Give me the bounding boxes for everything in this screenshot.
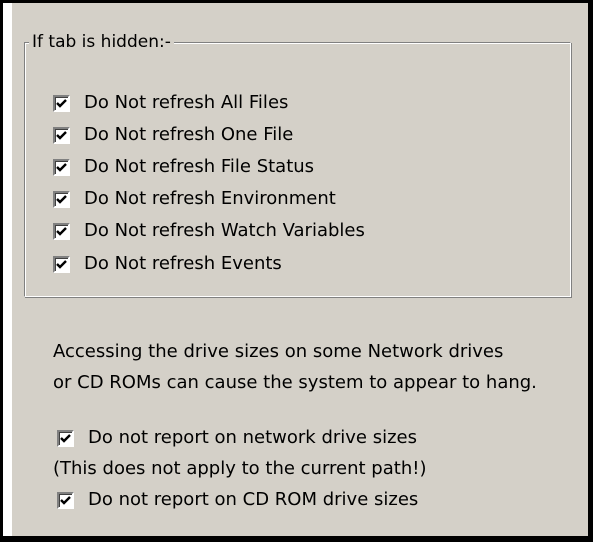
checkbox-refresh-one-file[interactable]: Do Not refresh One File xyxy=(53,123,293,147)
checkbox-box[interactable] xyxy=(53,126,70,144)
checkbox-label: Do Not refresh One File xyxy=(84,124,294,145)
checkbox-label: Do not report on CD ROM drive sizes xyxy=(88,489,419,510)
check-icon xyxy=(60,433,71,443)
warning-text-line2: or CD ROMs can cause the system to appea… xyxy=(53,372,537,393)
checkbox-refresh-file-status[interactable]: Do Not refresh File Status xyxy=(53,155,314,179)
checkbox-network-drive-sizes[interactable]: Do not report on network drive sizes xyxy=(57,426,417,450)
checkbox-box[interactable] xyxy=(53,94,70,112)
check-icon xyxy=(56,130,67,140)
checkbox-label: Do Not refresh Watch Variables xyxy=(84,220,365,241)
checkbox-box[interactable] xyxy=(53,255,70,273)
checkbox-label: Do Not refresh Environment xyxy=(84,188,336,209)
checkbox-refresh-environment[interactable]: Do Not refresh Environment xyxy=(53,187,336,211)
network-note: (This does not apply to the current path… xyxy=(53,458,427,479)
checkbox-box[interactable] xyxy=(53,158,70,176)
check-icon xyxy=(60,495,71,505)
checkbox-label: Do not report on network drive sizes xyxy=(88,427,418,448)
checkbox-box[interactable] xyxy=(57,491,74,509)
window-left-highlight xyxy=(3,3,12,542)
window-right-edge xyxy=(588,0,593,542)
checkbox-label: Do Not refresh Events xyxy=(84,253,282,274)
check-icon xyxy=(56,194,67,204)
checkbox-box[interactable] xyxy=(53,222,70,240)
checkbox-refresh-watch-variables[interactable]: Do Not refresh Watch Variables xyxy=(53,219,365,243)
check-icon xyxy=(56,259,67,269)
checkbox-box[interactable] xyxy=(57,429,74,447)
warning-text-line1: Accessing the drive sizes on some Networ… xyxy=(53,341,504,362)
checkbox-refresh-events[interactable]: Do Not refresh Events xyxy=(53,252,282,276)
groupbox-title: If tab is hidden:- xyxy=(29,30,174,54)
options-window: If tab is hidden:- Do Not refresh All Fi… xyxy=(0,0,593,542)
window-top-edge xyxy=(0,0,593,3)
checkbox-cdrom-drive-sizes[interactable]: Do not report on CD ROM drive sizes xyxy=(57,488,418,512)
check-icon xyxy=(56,226,67,236)
checkbox-label: Do Not refresh File Status xyxy=(84,156,315,177)
checkbox-refresh-all-files[interactable]: Do Not refresh All Files xyxy=(53,91,288,115)
checkbox-label: Do Not refresh All Files xyxy=(84,92,289,113)
window-bottom-edge xyxy=(0,536,593,542)
checkbox-box[interactable] xyxy=(53,190,70,208)
check-icon xyxy=(56,162,67,172)
check-icon xyxy=(56,98,67,108)
